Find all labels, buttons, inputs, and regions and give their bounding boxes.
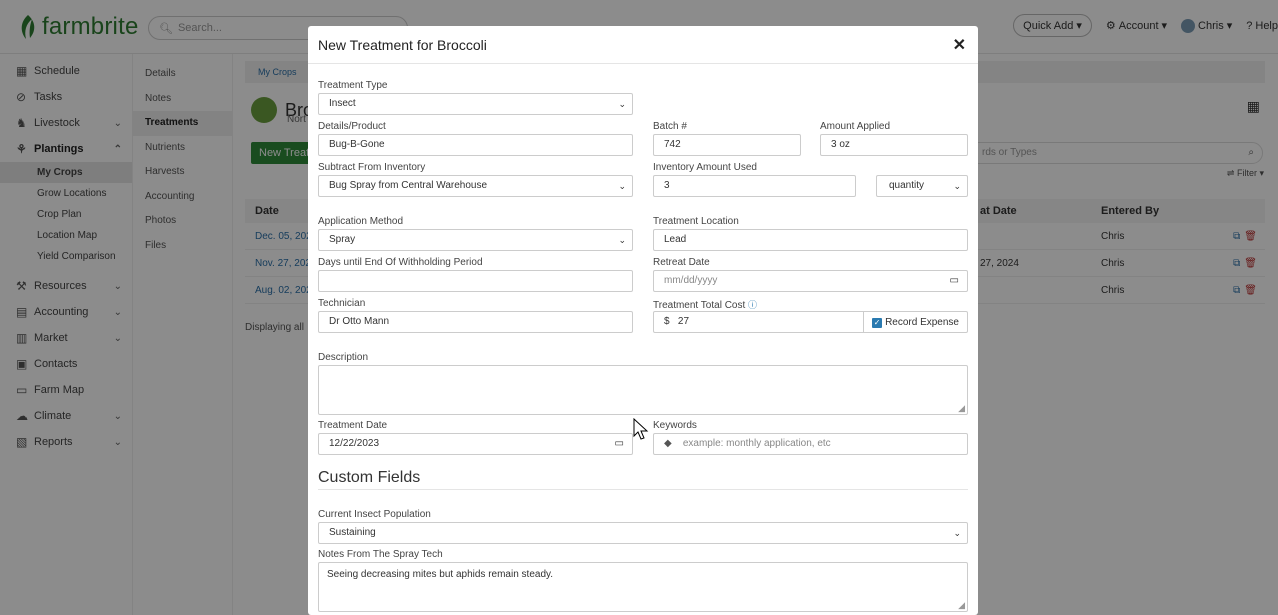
resize-handle-icon[interactable]: ◢ <box>958 600 965 611</box>
modal-title: New Treatment for Broccoli <box>318 37 487 53</box>
modal-header: New Treatment for Broccoli ✕ <box>308 26 978 64</box>
technician-input[interactable]: Dr Otto Mann <box>318 311 633 333</box>
mouse-cursor-icon <box>633 418 649 440</box>
technician-label: Technician <box>318 298 366 309</box>
total-cost-label: Treatment Total Cost ⓘ <box>653 298 757 311</box>
insect-population-label: Current Insect Population <box>318 509 431 520</box>
spray-notes-value: Seeing decreasing mites but aphids remai… <box>327 569 554 580</box>
application-method-label: Application Method <box>318 216 404 227</box>
treatment-location-label: Treatment Location <box>653 216 739 227</box>
inventory-amount-label: Inventory Amount Used <box>653 162 757 173</box>
new-treatment-modal: New Treatment for Broccoli ✕ Treatment T… <box>308 26 978 615</box>
description-textarea[interactable]: ◢ <box>318 365 968 415</box>
retreat-date-label: Retreat Date <box>653 257 710 268</box>
total-cost-label-text: Treatment Total Cost <box>653 300 746 311</box>
keywords-input[interactable]: ◆ example: monthly application, etc <box>653 433 968 455</box>
amount-applied-input[interactable]: 3 oz <box>820 134 968 156</box>
treatment-date-value: 12/22/2023 <box>329 438 380 449</box>
insect-population-value: Sustaining <box>329 527 376 538</box>
spray-notes-label: Notes From The Spray Tech <box>318 549 443 560</box>
calendar-icon[interactable]: ▭ <box>950 271 959 291</box>
batch-label: Batch # <box>653 121 687 132</box>
divider <box>318 489 968 490</box>
retreat-date-input[interactable]: mm/dd/yyyy ▭ <box>653 270 968 292</box>
details-product-label: Details/Product <box>318 121 386 132</box>
chevron-down-icon: ⌄ <box>953 181 961 191</box>
keywords-placeholder: example: monthly application, etc <box>682 438 831 449</box>
tag-icon: ◆ <box>664 438 672 449</box>
currency-symbol: $ <box>664 316 670 327</box>
treatment-date-label: Treatment Date <box>318 420 388 431</box>
retreat-date-placeholder: mm/dd/yyyy <box>664 275 718 286</box>
details-product-input[interactable]: Bug-B-Gone <box>318 134 633 156</box>
subtract-inventory-label: Subtract From Inventory <box>318 162 426 173</box>
treatment-type-label: Treatment Type <box>318 80 388 91</box>
description-label: Description <box>318 352 369 363</box>
chevron-down-icon: ⌄ <box>618 99 626 109</box>
checkbox-checked-icon: ✓ <box>872 318 883 328</box>
record-expense-label: Record Expense <box>885 317 959 328</box>
treatment-type-value: Insect <box>329 98 356 109</box>
treatment-type-select[interactable]: Insect ⌄ <box>318 93 633 115</box>
chevron-down-icon: ⌄ <box>618 181 626 191</box>
inventory-unit-value: quantity <box>889 180 925 191</box>
amount-applied-label: Amount Applied <box>820 121 891 132</box>
resize-handle-icon[interactable]: ◢ <box>958 403 965 414</box>
custom-fields-heading: Custom Fields <box>318 469 421 486</box>
total-cost-value: 27 <box>677 316 690 327</box>
insect-population-select[interactable]: Sustaining ⌄ <box>318 522 968 544</box>
chevron-down-icon: ⌄ <box>953 528 961 538</box>
withholding-days-input[interactable] <box>318 270 633 292</box>
application-method-value: Spray <box>329 234 356 245</box>
chevron-down-icon: ⌄ <box>618 235 626 245</box>
treatment-date-input[interactable]: 12/22/2023 ▭ <box>318 433 633 455</box>
question-circle-icon[interactable]: ⓘ <box>748 300 757 310</box>
calendar-icon[interactable]: ▭ <box>615 434 624 454</box>
close-icon[interactable]: ✕ <box>953 35 966 55</box>
record-expense-checkbox[interactable]: ✓ Record Expense <box>863 312 967 332</box>
subtract-inventory-value: Bug Spray from Central Warehouse <box>329 180 488 191</box>
batch-input[interactable]: 742 <box>653 134 801 156</box>
spray-notes-textarea[interactable]: Seeing decreasing mites but aphids remai… <box>318 562 968 612</box>
keywords-label: Keywords <box>653 420 697 431</box>
treatment-location-input[interactable]: Lead <box>653 229 968 251</box>
inventory-unit-select[interactable]: quantity ⌄ <box>876 175 968 197</box>
withholding-days-label: Days until End Of Withholding Period <box>318 257 483 268</box>
subtract-inventory-select[interactable]: Bug Spray from Central Warehouse ⌄ <box>318 175 633 197</box>
total-cost-input[interactable]: $ 27 ✓ Record Expense <box>653 311 968 333</box>
inventory-amount-input[interactable]: 3 <box>653 175 856 197</box>
application-method-select[interactable]: Spray ⌄ <box>318 229 633 251</box>
